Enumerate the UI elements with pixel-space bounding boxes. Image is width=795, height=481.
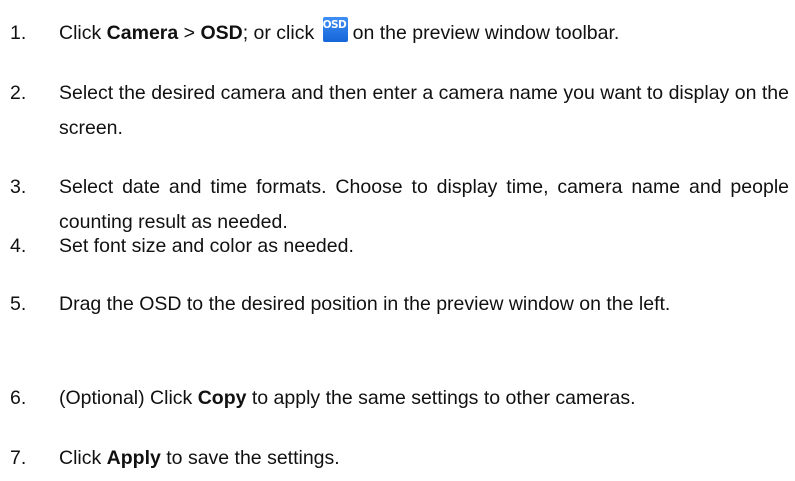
osd-icon: OSD [322,17,348,42]
step-text-prefix: Click [59,22,107,44]
copy-button-label: Copy [197,387,247,409]
step-text: (Optional) Click Copy to apply the same … [59,381,789,416]
step-number: 3. [10,176,27,198]
step-text-or-click: ; or click [242,22,320,44]
step-text: Click Camera > OSD; or click OSD on the p… [59,16,789,51]
camera-menu-label: Camera [106,22,179,44]
osd-icon-label: OSD [322,19,347,31]
step-number: 7. [10,447,27,469]
step-text-suffix: to save the settings. [160,447,340,469]
step-text: Set font size and color as needed. [59,235,354,257]
step-text-suffix: on the preview window toolbar. [352,22,620,44]
menu-separator: > [178,22,201,44]
step-number: 1. [10,22,27,44]
step-text-suffix: to apply the same settings to other came… [246,387,636,409]
step-text: Click Apply to save the settings. [59,441,789,476]
step-number: 5. [10,293,27,315]
step-number: 4. [10,235,27,257]
osd-menu-label: OSD [200,22,243,44]
step-text: Select the desired camera and then enter… [59,82,789,139]
step-number: 2. [10,82,27,104]
step-text: Drag the OSD to the desired position in … [59,293,671,315]
step-number: 6. [10,387,27,409]
apply-button-label: Apply [106,447,161,469]
step-text-prefix: Click [59,447,107,469]
step-text-prefix: (Optional) Click [59,387,198,409]
